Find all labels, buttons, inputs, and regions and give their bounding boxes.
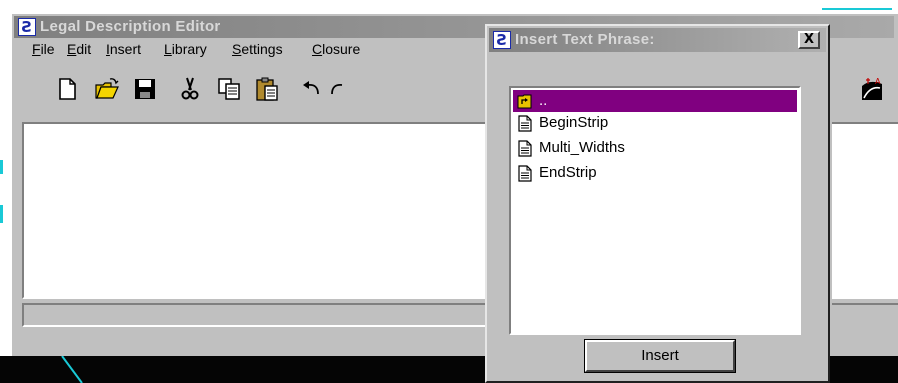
phrase-list[interactable]: .. BeginStrip Multi_Widths EndStrip	[509, 86, 801, 335]
list-item[interactable]: BeginStrip	[513, 112, 797, 137]
list-item[interactable]: Multi_Widths	[513, 137, 797, 162]
new-file-icon[interactable]	[54, 76, 80, 102]
desktop-line	[0, 205, 3, 223]
document-icon	[518, 115, 532, 132]
annotate-icon[interactable]: A	[860, 76, 886, 102]
copy-icon[interactable]	[216, 76, 242, 102]
redo-icon[interactable]	[326, 76, 352, 102]
list-item-label: ..	[539, 92, 548, 109]
list-item-label: Multi_Widths	[539, 139, 625, 156]
menu-library[interactable]: Library	[164, 41, 207, 57]
paste-icon[interactable]	[254, 76, 280, 102]
list-item-label: EndStrip	[539, 164, 597, 181]
window-title: Legal Description Editor	[40, 18, 221, 35]
menu-insert[interactable]: Insert	[106, 41, 141, 57]
list-item-label: BeginStrip	[539, 114, 609, 131]
dialog-title-bar: Ƨ Insert Text Phrase: X	[489, 28, 826, 52]
parent-folder-icon	[517, 94, 532, 109]
status-bar	[22, 303, 492, 327]
app-logo-icon: Ƨ	[18, 18, 36, 36]
editor-text-area-right[interactable]	[832, 122, 898, 299]
document-icon	[518, 165, 532, 182]
menu-file[interactable]: File	[32, 41, 55, 57]
document-icon	[518, 140, 532, 157]
menu-closure[interactable]: Closure	[312, 41, 360, 57]
undo-icon[interactable]	[298, 76, 324, 102]
menu-edit[interactable]: Edit	[67, 41, 91, 57]
dialog-title: Insert Text Phrase:	[515, 31, 655, 48]
close-icon: X	[803, 32, 815, 47]
open-folder-icon[interactable]	[94, 76, 120, 102]
list-item[interactable]: EndStrip	[513, 162, 797, 187]
menu-settings[interactable]: Settings	[232, 41, 283, 57]
app-logo-icon: Ƨ	[493, 31, 511, 49]
desktop-line	[822, 8, 892, 10]
status-bar-right	[832, 303, 898, 327]
save-icon[interactable]	[132, 76, 158, 102]
cut-icon[interactable]	[177, 76, 203, 102]
insert-text-phrase-dialog: Ƨ Insert Text Phrase: X .. BeginStrip Mu…	[485, 24, 830, 383]
list-item[interactable]: ..	[513, 90, 797, 112]
insert-button[interactable]: Insert	[584, 339, 736, 373]
desktop-line	[0, 160, 3, 174]
editor-text-area[interactable]	[22, 122, 492, 299]
close-button[interactable]: X	[798, 31, 820, 49]
svg-text:A: A	[875, 77, 881, 86]
